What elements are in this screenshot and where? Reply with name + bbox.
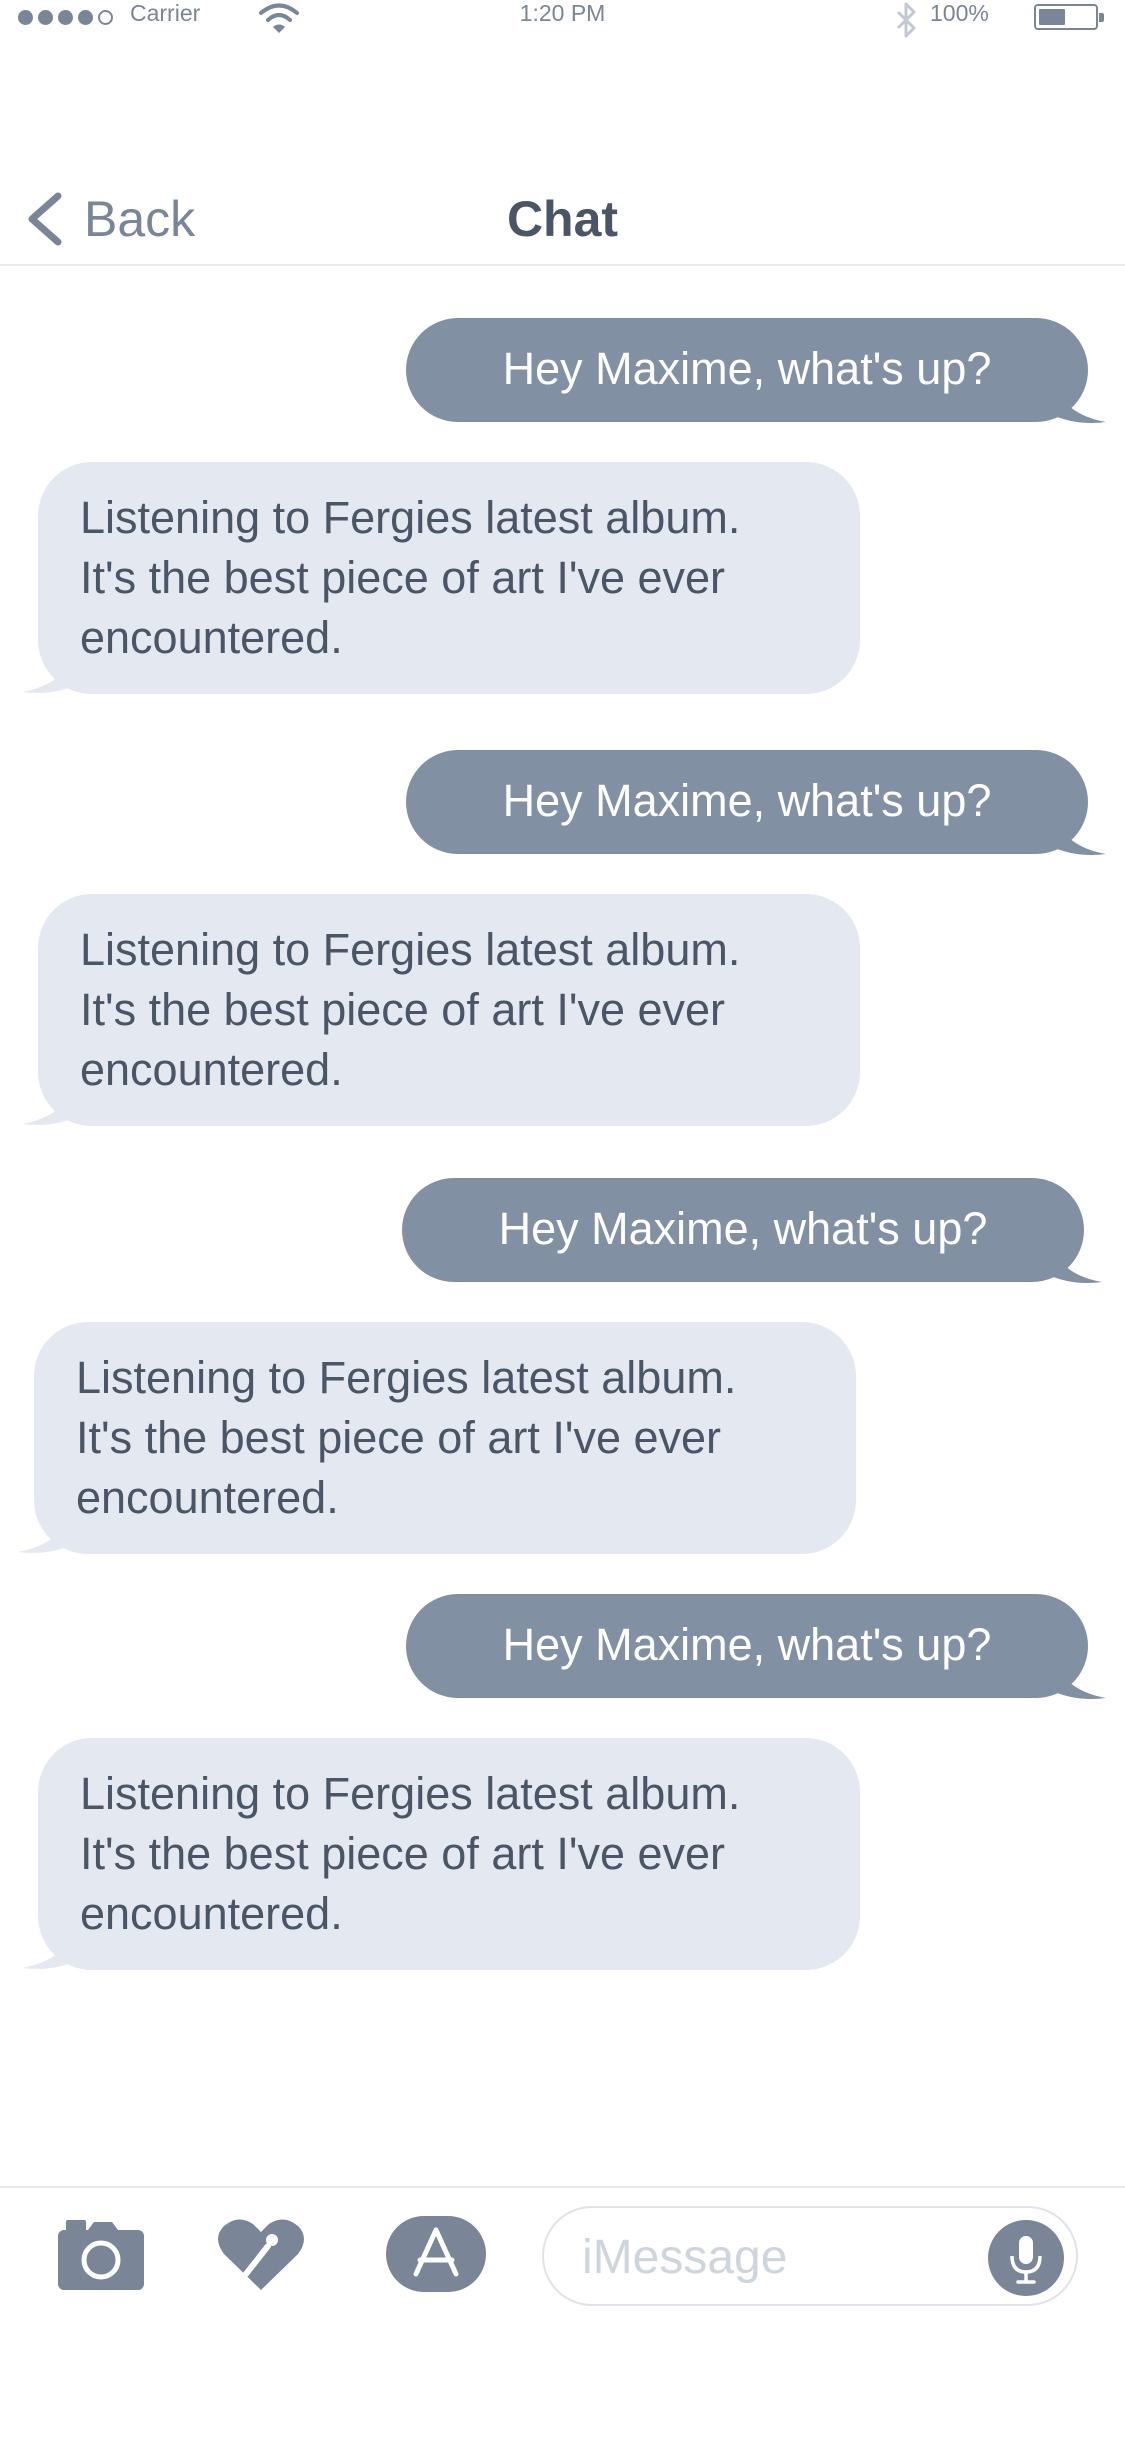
bubble-tail	[22, 644, 78, 693]
outgoing-message[interactable]: Hey Maxime, what's up?	[406, 750, 1088, 854]
battery-percent: 100%	[930, 0, 989, 26]
outgoing-message[interactable]: Hey Maxime, what's up?	[406, 1594, 1088, 1698]
digital-touch-icon[interactable]	[218, 2216, 304, 2292]
bubble-tail	[1050, 806, 1106, 855]
outgoing-message[interactable]: Hey Maxime, what's up?	[402, 1178, 1084, 1282]
bubble-tail	[1050, 374, 1106, 423]
bubble-tail	[1046, 1234, 1102, 1283]
message-toolbar	[0, 2186, 1125, 2438]
status-bar: Carrier 1:20 PM 100%	[0, 0, 1125, 40]
bluetooth-icon	[896, 2, 916, 38]
incoming-message[interactable]: Listening to Fergies latest album. It's …	[38, 894, 860, 1126]
battery-icon	[1034, 4, 1104, 30]
bubble-tail	[22, 1076, 78, 1125]
incoming-message[interactable]: Listening to Fergies latest album. It's …	[38, 462, 860, 694]
outgoing-message[interactable]: Hey Maxime, what's up?	[406, 318, 1088, 422]
message-input[interactable]	[580, 2226, 964, 2288]
camera-icon[interactable]	[58, 2218, 144, 2290]
incoming-message[interactable]: Listening to Fergies latest album. It's …	[38, 1738, 860, 1970]
bubble-tail	[18, 1504, 74, 1553]
page-title: Chat	[506, 191, 619, 247]
incoming-message[interactable]: Listening to Fergies latest album. It's …	[34, 1322, 856, 1554]
microphone-icon	[1010, 2236, 1042, 2284]
message-field[interactable]	[542, 2206, 1078, 2306]
navigation-bar: Back Chat	[0, 160, 1125, 266]
bubble-tail	[22, 1920, 78, 1969]
microphone-button[interactable]	[988, 2220, 1064, 2296]
bubble-tail	[1050, 1650, 1106, 1699]
app-store-glyph-icon	[413, 2227, 459, 2277]
app-store-icon[interactable]	[386, 2216, 486, 2292]
